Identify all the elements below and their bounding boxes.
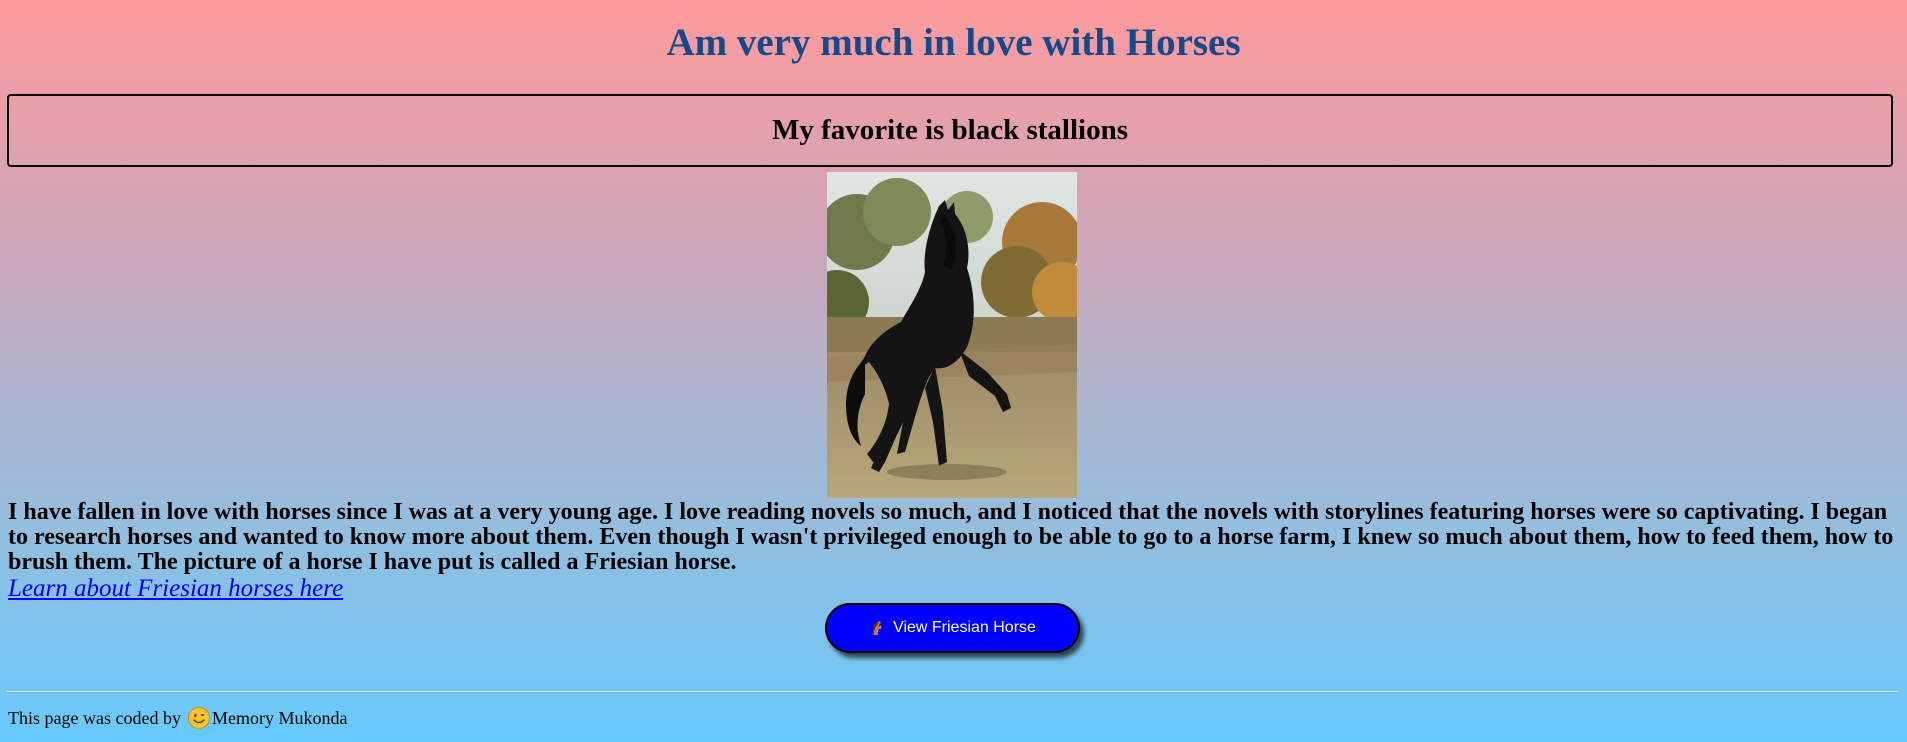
footer: This page was coded by Memory Mukonda: [8, 706, 347, 730]
view-friesian-horse-button[interactable]: View Friesian Horse: [825, 603, 1080, 653]
horse-photo: [827, 172, 1077, 498]
view-friesian-horse-label: View Friesian Horse: [893, 619, 1036, 636]
friesian-info-link[interactable]: Learn about Friesian horses here: [8, 575, 343, 603]
subtitle-box: My favorite is black stallions: [7, 94, 1893, 167]
horse-head-icon: [869, 620, 885, 636]
intro-paragraph: I have fallen in love with horses since …: [8, 499, 1894, 575]
footer-author: Memory Mukonda: [211, 708, 348, 728]
subtitle: My favorite is black stallions: [771, 114, 1129, 146]
footer-prefix: This page was coded by: [8, 708, 181, 728]
page-title: Am very much in love with Horses: [666, 21, 1241, 64]
footer-divider: [7, 691, 1898, 693]
horse-image: [827, 172, 1077, 498]
smiley-icon: [187, 706, 211, 730]
